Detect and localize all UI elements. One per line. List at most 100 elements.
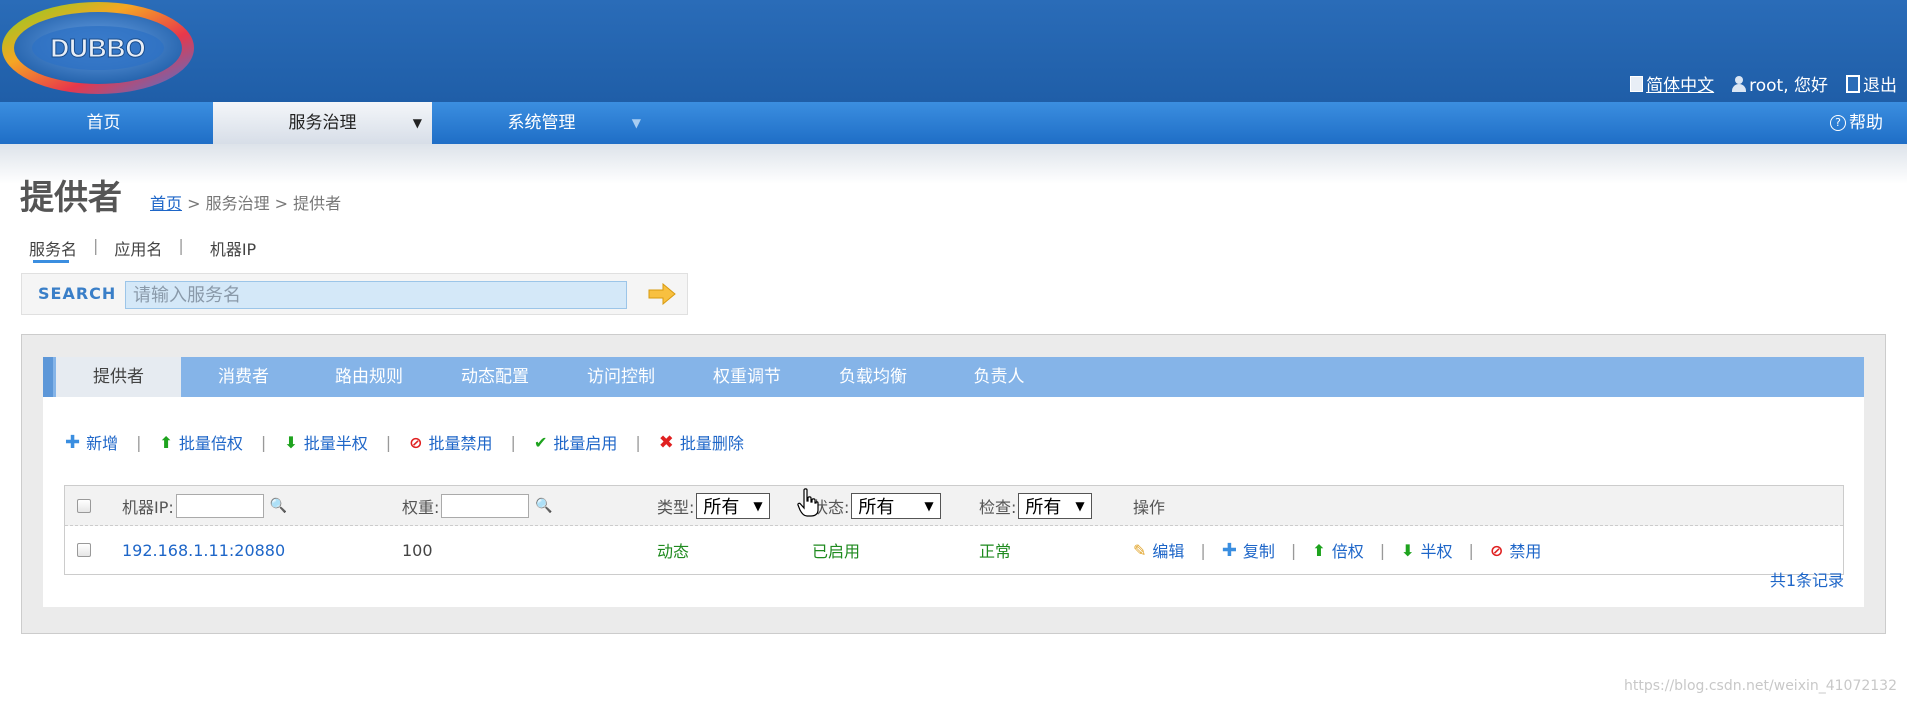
batch-delete-button[interactable]: ✖ 批量删除 [659, 430, 744, 454]
divider: | [510, 432, 516, 452]
watermark: https://blog.csdn.net/weixin_41072132 [1623, 678, 1897, 694]
tab-access-control[interactable]: 访问控制 [558, 357, 684, 397]
help-icon: ? [1830, 115, 1846, 131]
tab-consumers[interactable]: 消费者 [181, 357, 306, 397]
logout-link[interactable]: 退出 [1846, 71, 1897, 96]
check-select[interactable]: 所有 ▼ [1018, 493, 1092, 519]
ban-icon: ⊘ [1489, 540, 1504, 560]
half-button[interactable]: ⬇ 半权 [1401, 538, 1452, 562]
tab-providers[interactable]: 提供者 [56, 357, 181, 397]
double-button[interactable]: ⬆ 倍权 [1312, 538, 1363, 562]
nav-home[interactable]: 首页 [0, 102, 207, 144]
batch-delete-label: 批量删除 [679, 434, 744, 453]
arrow-up-icon: ⬆ [159, 432, 173, 452]
ip-filter: 机器IP: 🔍 [122, 486, 287, 526]
nav-system-admin-label: 系统管理 [507, 113, 576, 133]
divider: | [178, 236, 184, 255]
row-ip-link[interactable]: 192.168.1.11:20880 [122, 526, 285, 574]
help-label: 帮助 [1849, 113, 1883, 133]
plus-icon: ✚ [1221, 539, 1237, 561]
divider: | [635, 432, 641, 452]
arrow-down-icon: ⬇ [1401, 540, 1415, 560]
tab-dynamic-config[interactable]: 动态配置 [432, 357, 558, 397]
chevron-down-icon: ▼ [1075, 499, 1085, 513]
search-tab-application[interactable]: 应用名 [114, 236, 162, 260]
providers-table: 机器IP: 🔍 权重: 🔍 类型: 所有 ▼ 状态: 所有 ▼ 检查: 所有 ▼ 操作 192.… [64, 485, 1844, 575]
arrow-down-icon: ⬇ [284, 432, 298, 452]
nav-service-governance-label: 服务治理 [288, 113, 357, 133]
batch-enable-label: 批量启用 [553, 434, 618, 453]
select-all-checkbox[interactable] [77, 486, 91, 526]
status-select[interactable]: 所有 ▼ [851, 493, 941, 519]
tab-owners[interactable]: 负责人 [936, 357, 1062, 397]
check-select-value: 所有 [1025, 497, 1062, 518]
edit-label: 编辑 [1152, 542, 1185, 561]
chevron-down-icon: ▼ [412, 116, 422, 130]
type-filter: 类型: 所有 ▼ [657, 486, 770, 526]
dubbo-logo[interactable]: DUBBO [0, 0, 200, 100]
type-header: 类型: [657, 498, 695, 517]
main-panel: 提供者 消费者 路由规则 动态配置 访问控制 权重调节 负载均衡 负责人 ✚ 新增… [21, 334, 1886, 634]
logout-label[interactable]: 退出 [1863, 71, 1897, 96]
batch-double-button[interactable]: ⬆ 批量倍权 [160, 430, 243, 454]
divider: | [1200, 540, 1206, 560]
search-input[interactable] [125, 281, 627, 309]
top-links: 简体中文 root, 您好 退出 [1630, 71, 1897, 96]
status-filter: 状态: 所有 ▼ [812, 486, 941, 526]
search-box: SEARCH [21, 273, 688, 315]
delete-icon: ✖ [658, 431, 674, 453]
add-button[interactable]: ✚ 新增 [65, 430, 118, 454]
weight-filter-input[interactable] [441, 494, 530, 518]
batch-disable-button[interactable]: ⊘ 批量禁用 [409, 430, 492, 454]
row-checkbox[interactable] [77, 526, 91, 574]
ban-icon: ⊘ [409, 432, 423, 452]
nav-service-governance[interactable]: 服务治理 ▼ [213, 102, 432, 144]
search-tab-ip[interactable]: 机器IP [210, 236, 256, 260]
language-link[interactable]: 简体中文 [1630, 71, 1714, 96]
nav-system-admin[interactable]: 系统管理 ▼ [432, 102, 651, 144]
checkbox[interactable] [77, 499, 91, 513]
main-nav: 首页 服务治理 ▼ 系统管理 ▼ ? 帮助 [0, 102, 1907, 144]
tab-weight[interactable]: 权重调节 [684, 357, 810, 397]
check-header: 检查: [979, 498, 1017, 517]
row-operations: ✎ 编辑 | ✚ 复制 | ⬆ 倍权 | ⬇ 半权 | ⊘ 禁用 [1133, 526, 1541, 574]
search-icon[interactable]: 🔍 [535, 498, 552, 514]
search-tab-service[interactable]: 服务名 [29, 236, 77, 263]
batch-enable-button[interactable]: ✔ 批量启用 [534, 430, 617, 454]
header-bar: DUBBO 简体中文 root, 您好 退出 [0, 0, 1907, 102]
logout-icon [1846, 74, 1860, 93]
ip-header: 机器IP: [122, 498, 174, 517]
search-label: SEARCH [38, 284, 117, 303]
divider: | [385, 432, 392, 452]
language-label[interactable]: 简体中文 [1646, 71, 1714, 96]
chevron-down-icon: ▼ [631, 116, 641, 130]
chevron-down-icon: ▼ [924, 499, 934, 513]
breadcrumb-home[interactable]: 首页 [150, 194, 182, 213]
copy-button[interactable]: ✚ 复制 [1222, 538, 1275, 562]
search-icon[interactable]: 🔍 [270, 498, 287, 514]
table-row: 192.168.1.11:20880 100 动态 已启用 正常 ✎ 编辑 | ✚… [65, 526, 1843, 574]
user-icon [1732, 75, 1747, 92]
half-label: 半权 [1420, 542, 1453, 561]
divider: | [136, 432, 142, 452]
hand-cursor-icon [797, 488, 819, 517]
divider: | [260, 432, 267, 452]
divider: | [1290, 540, 1297, 560]
tab-bar: 提供者 消费者 路由规则 动态配置 访问控制 权重调节 负载均衡 负责人 [43, 357, 1864, 397]
arrow-right-icon[interactable] [647, 283, 677, 305]
divider: | [1379, 540, 1386, 560]
disable-button[interactable]: ⊘ 禁用 [1490, 538, 1541, 562]
divider: | [1468, 540, 1474, 560]
row-weight: 100 [402, 540, 433, 560]
tab-load-balance[interactable]: 负载均衡 [810, 357, 936, 397]
tab-routes[interactable]: 路由规则 [306, 357, 432, 397]
status-select-value: 所有 [858, 497, 895, 518]
checkbox[interactable] [77, 543, 91, 557]
ip-filter-input[interactable] [175, 494, 264, 518]
batch-half-button[interactable]: ⬇ 批量半权 [284, 430, 367, 454]
edit-button[interactable]: ✎ 编辑 [1133, 538, 1184, 562]
type-select[interactable]: 所有 ▼ [696, 493, 770, 519]
help-link[interactable]: ? 帮助 [1830, 102, 1883, 144]
plus-icon: ✚ [65, 431, 81, 453]
weight-filter: 权重: 🔍 [402, 486, 553, 526]
